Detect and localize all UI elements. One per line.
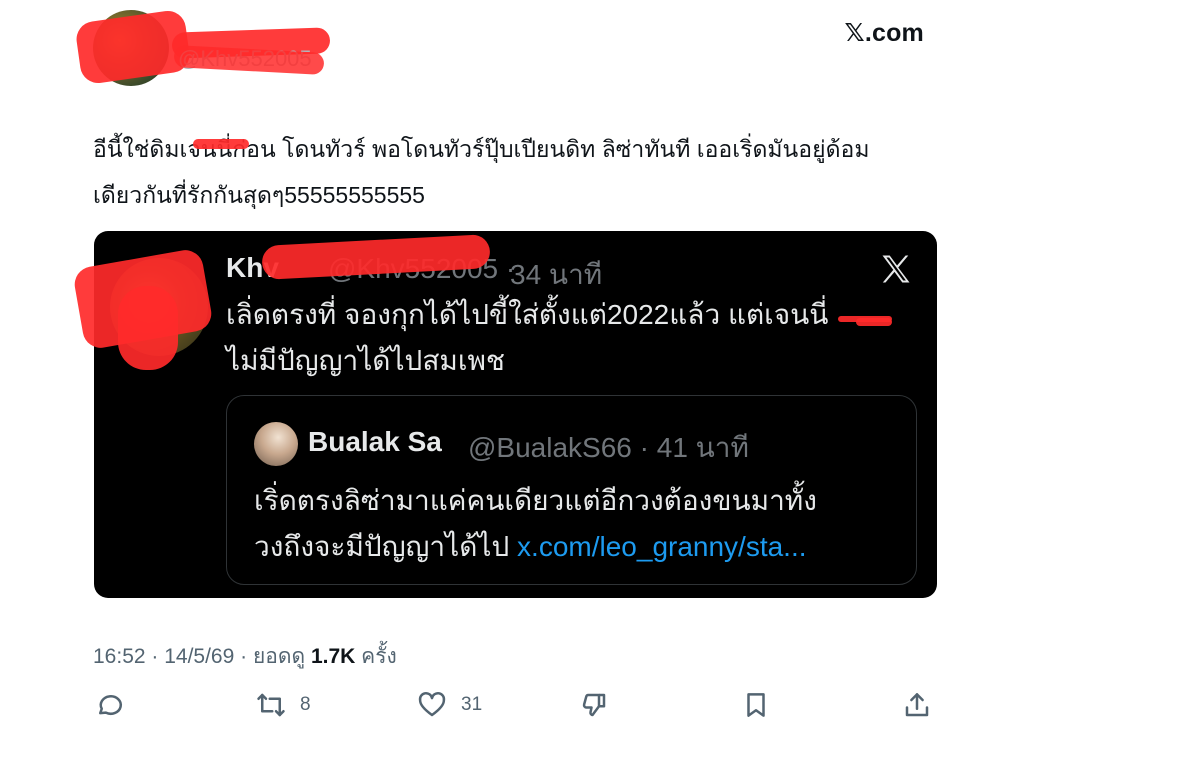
quoted-text: เริ่ดตรงลิซ่ามาแค่คนเดียวแต่อีกวงต้องขนม… xyxy=(254,478,914,570)
retweet-count: 8 xyxy=(300,694,311,715)
embedded-timestamp: 34 นาที xyxy=(510,259,603,290)
redaction-mark xyxy=(856,318,892,326)
like-button[interactable]: 31 xyxy=(417,688,482,722)
bookmark-icon xyxy=(747,693,765,717)
share-icon xyxy=(905,693,929,717)
quoted-author-name: Bualak Sa xyxy=(308,426,442,457)
x-logo-icon xyxy=(882,255,910,283)
view-count: 1.7K xyxy=(310,645,356,668)
quoted-link: x.com/leo_granny/sta... xyxy=(517,531,807,562)
tweet-timestamp[interactable]: 16:52 · 14/5/69 · ยอดดู xyxy=(93,645,311,668)
redaction-mark xyxy=(193,139,249,149)
reply-icon xyxy=(99,695,123,715)
tweet-meta: 16:52 · 14/5/69 · ยอดดู 1.7K ครั้ง xyxy=(93,640,397,673)
x-logo: 𝕏.com xyxy=(844,19,924,47)
quoted-author-handle: @BualakS66 · 41 นาที xyxy=(468,432,749,463)
reply-button[interactable] xyxy=(94,688,124,722)
share-button[interactable] xyxy=(902,688,932,722)
like-count: 31 xyxy=(461,694,483,715)
bookmark-button[interactable] xyxy=(741,688,771,722)
embedded-text: เลิ่ดตรงที่ จองกุกได้ไปขี้ใส่ตั้งแต่2022… xyxy=(226,299,829,376)
heart-icon xyxy=(418,692,446,717)
quoted-avatar xyxy=(254,422,298,466)
retweet-icon xyxy=(257,693,285,717)
retweet-button[interactable]: 8 xyxy=(256,688,311,722)
redaction-mark xyxy=(118,286,178,370)
view-suffix: ครั้ง xyxy=(355,645,397,668)
thumbs-down-icon xyxy=(582,693,606,717)
downvote-button[interactable] xyxy=(579,688,609,722)
